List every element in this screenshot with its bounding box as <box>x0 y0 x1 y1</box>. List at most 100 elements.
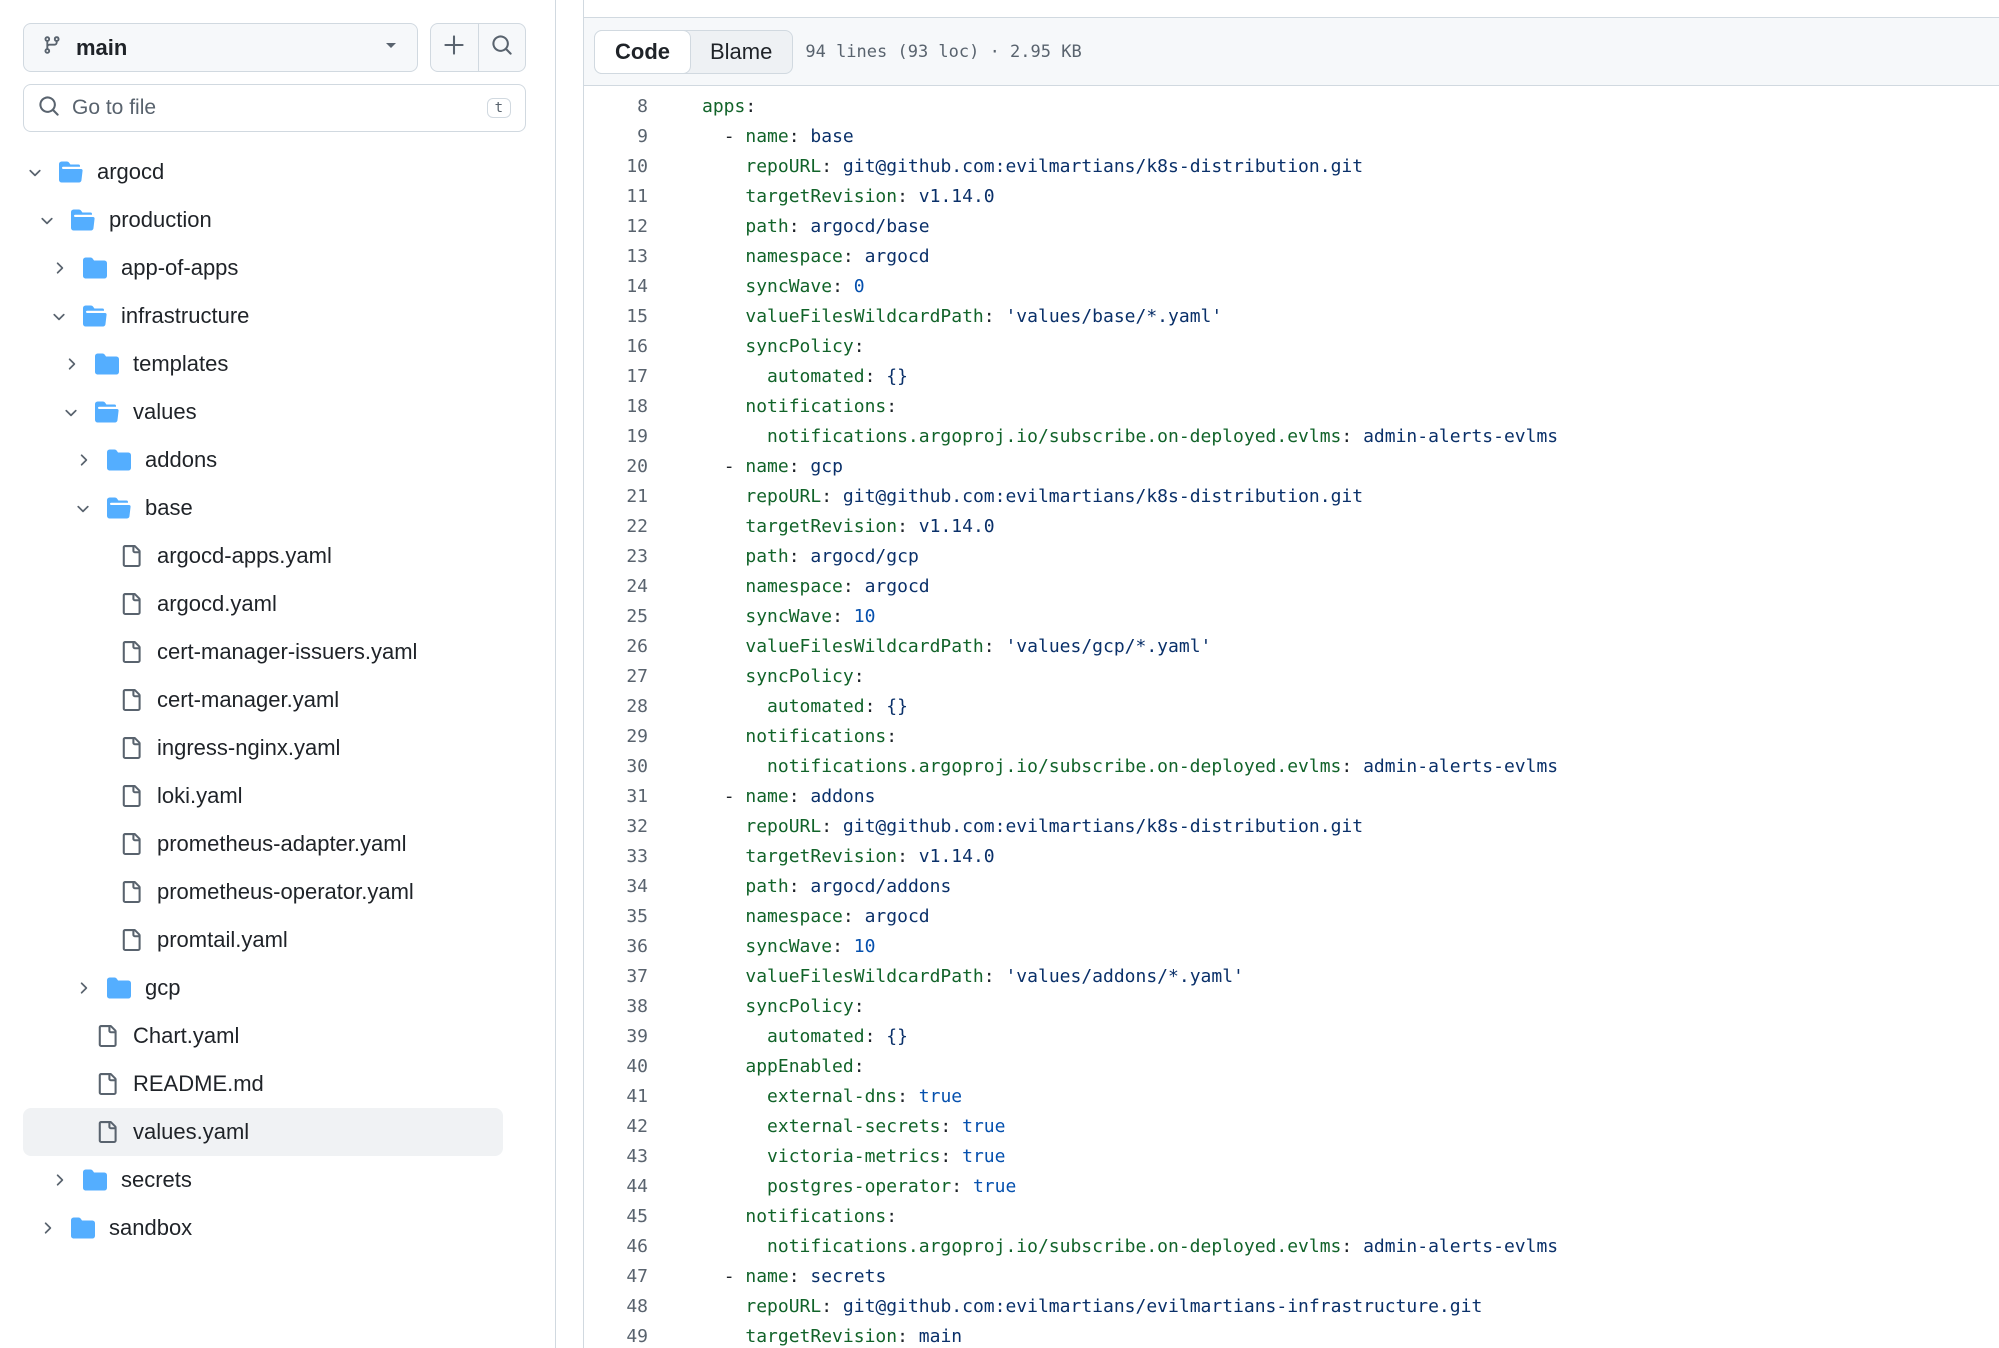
line-number[interactable]: 33 <box>584 846 648 867</box>
yaml-value: base <box>810 125 854 147</box>
line-number[interactable]: 29 <box>584 726 648 747</box>
line-number[interactable]: 48 <box>584 1296 648 1317</box>
line-number[interactable]: 18 <box>584 396 648 417</box>
line-number[interactable]: 28 <box>584 696 648 717</box>
code-line: 12 path: argocd/base <box>584 211 1999 241</box>
chevron-right-icon <box>71 976 95 1000</box>
line-number[interactable]: 45 <box>584 1206 648 1227</box>
search-code-button[interactable] <box>477 24 525 71</box>
line-number[interactable]: 42 <box>584 1116 648 1137</box>
line-number[interactable]: 19 <box>584 426 648 447</box>
line-number[interactable]: 32 <box>584 816 648 837</box>
line-number[interactable]: 24 <box>584 576 648 597</box>
line-number[interactable]: 36 <box>584 936 648 957</box>
colon: : <box>821 155 833 177</box>
tree-item-prometheus-adapter-yaml[interactable]: prometheus-adapter.yaml <box>23 820 503 868</box>
tab-blame[interactable]: Blame <box>690 31 792 73</box>
tree-item-prometheus-operator-yaml[interactable]: prometheus-operator.yaml <box>23 868 503 916</box>
tree-item-addons[interactable]: addons <box>23 436 503 484</box>
yaml-key: valueFilesWildcardPath <box>745 635 984 657</box>
line-number[interactable]: 14 <box>584 276 648 297</box>
line-number[interactable]: 46 <box>584 1236 648 1257</box>
folder-icon <box>105 974 133 1002</box>
line-number[interactable]: 44 <box>584 1176 648 1197</box>
line-number[interactable]: 21 <box>584 486 648 507</box>
tree-item-loki-yaml[interactable]: loki.yaml <box>23 772 503 820</box>
tree-item-promtail-yaml[interactable]: promtail.yaml <box>23 916 503 964</box>
line-number[interactable]: 31 <box>584 786 648 807</box>
line-source: repoURL: git@github.com:evilmartians/k8s… <box>702 156 1363 177</box>
line-number[interactable]: 16 <box>584 336 648 357</box>
line-number[interactable]: 39 <box>584 1026 648 1047</box>
tree-item-app-of-apps[interactable]: app-of-apps <box>23 244 503 292</box>
tree-item-templates[interactable]: templates <box>23 340 503 388</box>
add-file-button[interactable] <box>431 24 478 71</box>
yaml-key: victoria-metrics <box>767 1145 941 1167</box>
code-line: 40 appEnabled: <box>584 1051 1999 1081</box>
tree-item-secrets[interactable]: secrets <box>23 1156 503 1204</box>
tab-code[interactable]: Code <box>594 29 691 74</box>
line-source: postgres-operator: true <box>702 1176 1016 1197</box>
line-number[interactable]: 17 <box>584 366 648 387</box>
line-number[interactable]: 30 <box>584 756 648 777</box>
code-line: 21 repoURL: git@github.com:evilmartians/… <box>584 481 1999 511</box>
line-number[interactable]: 27 <box>584 666 648 687</box>
tree-item-chart-yaml[interactable]: Chart.yaml <box>23 1012 503 1060</box>
line-number[interactable]: 15 <box>584 306 648 327</box>
tree-item-values[interactable]: values <box>23 388 503 436</box>
line-number[interactable]: 34 <box>584 876 648 897</box>
yaml-key: notifications <box>745 395 887 417</box>
tree-item-ingress-nginx-yaml[interactable]: ingress-nginx.yaml <box>23 724 503 772</box>
tree-item-argocd[interactable]: argocd <box>23 148 503 196</box>
yaml-key: appEnabled <box>745 1055 854 1077</box>
line-number[interactable]: 9 <box>584 126 648 147</box>
line-number[interactable]: 10 <box>584 156 648 177</box>
line-number[interactable]: 20 <box>584 456 648 477</box>
line-number[interactable]: 49 <box>584 1326 648 1347</box>
code-line: 33 targetRevision: v1.14.0 <box>584 841 1999 871</box>
code-line: 43 victoria-metrics: true <box>584 1141 1999 1171</box>
line-number[interactable]: 12 <box>584 216 648 237</box>
tree-item-argocd-apps-yaml[interactable]: argocd-apps.yaml <box>23 532 503 580</box>
tree-item-gcp[interactable]: gcp <box>23 964 503 1012</box>
go-to-file-input[interactable] <box>72 96 487 120</box>
line-number[interactable]: 23 <box>584 546 648 567</box>
line-number[interactable]: 25 <box>584 606 648 627</box>
line-source: automated: {} <box>702 696 908 717</box>
line-number[interactable]: 13 <box>584 246 648 267</box>
file-tree: argocd production app-of-apps infrastructur… <box>23 148 503 1252</box>
yaml-key: syncWave <box>745 605 833 627</box>
line-number[interactable]: 40 <box>584 1056 648 1077</box>
tree-item-values-yaml[interactable]: values.yaml <box>23 1108 503 1156</box>
line-number[interactable]: 35 <box>584 906 648 927</box>
yaml-value: argocd/addons <box>810 875 952 897</box>
line-number[interactable]: 38 <box>584 996 648 1017</box>
tree-item-cert-manager-yaml[interactable]: cert-manager.yaml <box>23 676 503 724</box>
tree-item-cert-manager-issuers-yaml[interactable]: cert-manager-issuers.yaml <box>23 628 503 676</box>
tree-item-argocd-yaml[interactable]: argocd.yaml <box>23 580 503 628</box>
code-line: 16 syncPolicy: <box>584 331 1999 361</box>
line-number[interactable]: 37 <box>584 966 648 987</box>
line-number[interactable]: 43 <box>584 1146 648 1167</box>
line-number[interactable]: 8 <box>584 96 648 117</box>
yaml-value: 10 <box>853 935 876 957</box>
line-number[interactable]: 26 <box>584 636 648 657</box>
tree-item-production[interactable]: production <box>23 196 503 244</box>
colon: : <box>940 1115 952 1137</box>
tree-item-infrastructure[interactable]: infrastructure <box>23 292 503 340</box>
tree-item-base[interactable]: base <box>23 484 503 532</box>
line-number[interactable]: 47 <box>584 1266 648 1287</box>
code-line: 10 repoURL: git@github.com:evilmartians/… <box>584 151 1999 181</box>
line-number[interactable]: 11 <box>584 186 648 207</box>
file-icon <box>117 926 145 954</box>
tree-item-readme-md[interactable]: README.md <box>23 1060 503 1108</box>
line-number[interactable]: 41 <box>584 1086 648 1107</box>
branch-selector[interactable]: main <box>23 23 418 72</box>
tree-item-sandbox[interactable]: sandbox <box>23 1204 503 1252</box>
line-number[interactable]: 22 <box>584 516 648 537</box>
code-line: 42 external-secrets: true <box>584 1111 1999 1141</box>
code-line: 26 valueFilesWildcardPath: 'values/gcp/*… <box>584 631 1999 661</box>
